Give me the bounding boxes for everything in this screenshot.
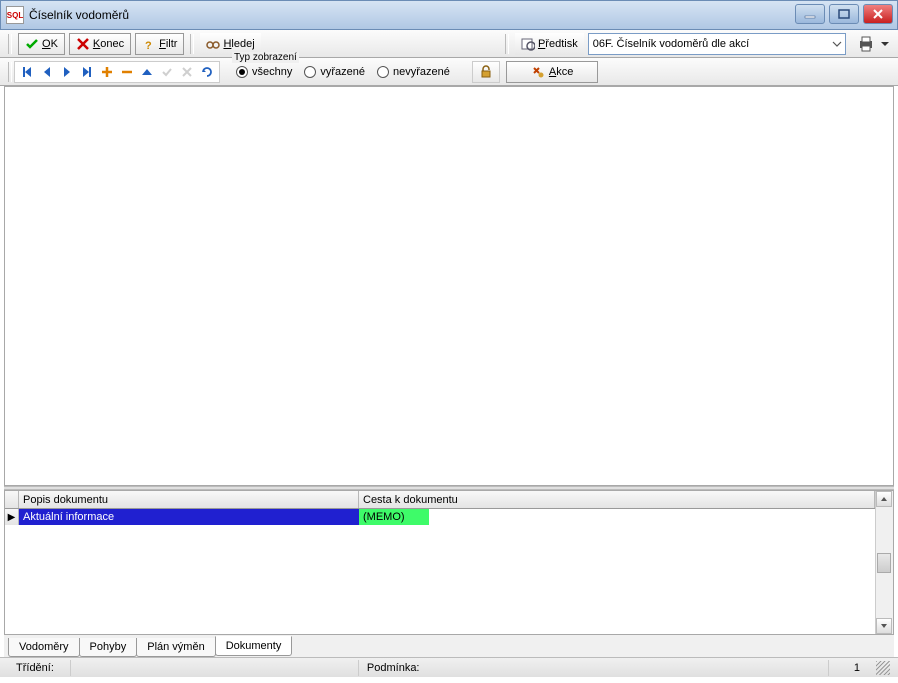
x-icon	[76, 37, 90, 51]
svg-text:?: ?	[145, 40, 152, 51]
tab-dokumenty[interactable]: Dokumenty	[215, 636, 293, 656]
cell-popis[interactable]: Aktuální informace	[19, 509, 359, 525]
scroll-up-button[interactable]	[876, 491, 892, 507]
cell-cesta[interactable]: (MEMO)	[359, 509, 429, 525]
last-button[interactable]	[77, 63, 97, 81]
remove-button[interactable]	[117, 63, 137, 81]
status-trideni: Třídění:	[8, 660, 62, 676]
window-title: Číselník vodoměrů	[29, 8, 129, 22]
row-marker-header[interactable]	[5, 491, 19, 508]
resize-grip[interactable]	[876, 661, 890, 675]
tools-icon	[531, 65, 545, 79]
nav-toolbar: Typ zobrazení všechny vyřazené nevyřazen…	[0, 58, 898, 86]
documents-grid: Popis dokumentu Cesta k dokumentu ▶ Aktu…	[4, 490, 894, 635]
main-content-area	[4, 86, 894, 486]
tab-plan-vymen[interactable]: Plán výměn	[136, 638, 215, 657]
refresh-button[interactable]	[197, 63, 217, 81]
separator	[505, 34, 509, 54]
first-button[interactable]	[17, 63, 37, 81]
question-icon: ?	[142, 37, 156, 51]
grid-header: Popis dokumentu Cesta k dokumentu	[5, 491, 875, 509]
next-button[interactable]	[57, 63, 77, 81]
predtisk-button[interactable]: Předtisk	[515, 33, 584, 55]
row-marker-icon: ▶	[5, 509, 19, 525]
report-dropdown[interactable]: 06F. Číselník vodoměrů dle akcí	[588, 33, 846, 55]
maximize-button[interactable]	[829, 4, 859, 24]
tab-vodomery[interactable]: Vodoměry	[8, 638, 80, 657]
status-bar: Třídění: Podmínka: 1	[0, 657, 898, 677]
status-podminka: Podmínka:	[358, 660, 428, 676]
prev-button[interactable]	[37, 63, 57, 81]
nav-group	[14, 61, 220, 83]
print-button[interactable]	[856, 35, 876, 53]
scroll-thumb[interactable]	[877, 553, 891, 573]
col-popis[interactable]: Popis dokumentu	[19, 491, 359, 508]
close-button[interactable]	[863, 4, 893, 24]
check-icon	[25, 37, 39, 51]
radio-nevyrazene[interactable]: nevyřazené	[377, 66, 450, 78]
lock-button[interactable]	[472, 61, 500, 83]
title-bar: SQL Číselník vodoměrů	[0, 0, 898, 30]
konec-button[interactable]: Konec	[69, 33, 131, 55]
status-page: 1	[828, 660, 868, 676]
radio-vsechny[interactable]: všechny	[236, 66, 292, 78]
tab-pohyby[interactable]: Pohyby	[79, 638, 138, 657]
separator	[8, 62, 12, 82]
bottom-tabs: Vodoměry Pohyby Plán výměn Dokumenty	[4, 635, 894, 657]
filtr-button[interactable]: ? Filtr	[135, 33, 184, 55]
dropdown-value: 06F. Číselník vodoměrů dle akcí	[593, 38, 750, 50]
window-buttons	[795, 4, 893, 24]
app-icon: SQL	[6, 6, 24, 24]
col-cesta[interactable]: Cesta k dokumentu	[359, 491, 875, 508]
preview-icon	[521, 37, 535, 51]
add-button[interactable]	[97, 63, 117, 81]
vertical-scrollbar[interactable]	[875, 491, 893, 634]
up-button[interactable]	[137, 63, 157, 81]
grid-row[interactable]: ▶ Aktuální informace (MEMO)	[5, 509, 875, 525]
separator	[8, 34, 12, 54]
cancel-edit-button[interactable]	[177, 63, 197, 81]
scroll-down-button[interactable]	[876, 618, 892, 634]
group-label: Typ zobrazení	[232, 52, 299, 63]
ok-button[interactable]: OK	[18, 33, 65, 55]
binoculars-icon	[206, 37, 220, 51]
chevron-down-icon	[832, 39, 842, 49]
confirm-button[interactable]	[157, 63, 177, 81]
separator	[190, 34, 194, 54]
akce-button[interactable]: Akce	[506, 61, 598, 83]
main-toolbar: OK Konec ? Filtr Hledej Předtisk 06F. Čí…	[0, 30, 898, 58]
display-type-group: Typ zobrazení všechny vyřazené nevyřazen…	[228, 60, 458, 84]
dropdown-arrow-button[interactable]	[880, 39, 892, 49]
radio-vyrazene[interactable]: vyřazené	[304, 66, 365, 78]
minimize-button[interactable]	[795, 4, 825, 24]
